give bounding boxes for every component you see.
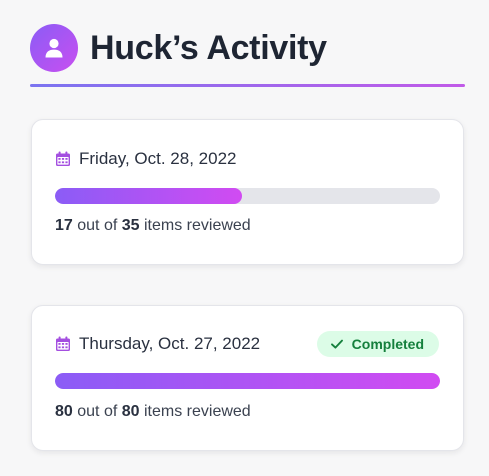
avatar xyxy=(30,24,78,72)
reviewed-count: 80 xyxy=(55,403,73,420)
total-count: 35 xyxy=(121,217,140,234)
progress-bar xyxy=(55,188,440,204)
out-of-text: out of xyxy=(77,217,118,234)
activity-date-row: Thursday, Oct. 27, 2022 Completed xyxy=(55,331,439,357)
items-reviewed-text: items reviewed xyxy=(143,217,251,234)
progress-fill xyxy=(55,373,440,389)
review-count: 17 out of 35 items reviewed xyxy=(55,217,251,235)
total-count: 80 xyxy=(121,403,140,420)
reviewed-count: 17 xyxy=(55,217,73,234)
activity-card: Friday, Oct. 28, 2022 17 out of 35 items… xyxy=(31,119,464,265)
activity-date-row: Friday, Oct. 28, 2022 xyxy=(55,148,439,170)
review-count: 80 out of 80 items reviewed xyxy=(55,403,251,421)
completed-badge: Completed xyxy=(316,331,439,357)
user-icon xyxy=(45,38,63,58)
progress-bar xyxy=(55,373,440,389)
calendar-icon xyxy=(56,336,70,351)
check-icon xyxy=(330,339,343,349)
page-title: Huck’s Activity xyxy=(90,29,327,67)
completed-badge-label: Completed xyxy=(351,336,424,352)
calendar-icon xyxy=(56,151,70,166)
page-header: Huck’s Activity xyxy=(30,24,465,88)
activity-card: Thursday, Oct. 27, 2022 Completed 80 out… xyxy=(31,305,464,451)
progress-fill xyxy=(55,188,242,204)
out-of-text: out of xyxy=(77,403,118,420)
activity-date: Thursday, Oct. 27, 2022 xyxy=(79,334,261,353)
title-underline xyxy=(30,84,465,87)
items-reviewed-text: items reviewed xyxy=(143,403,251,420)
activity-date: Friday, Oct. 28, 2022 xyxy=(79,149,237,168)
